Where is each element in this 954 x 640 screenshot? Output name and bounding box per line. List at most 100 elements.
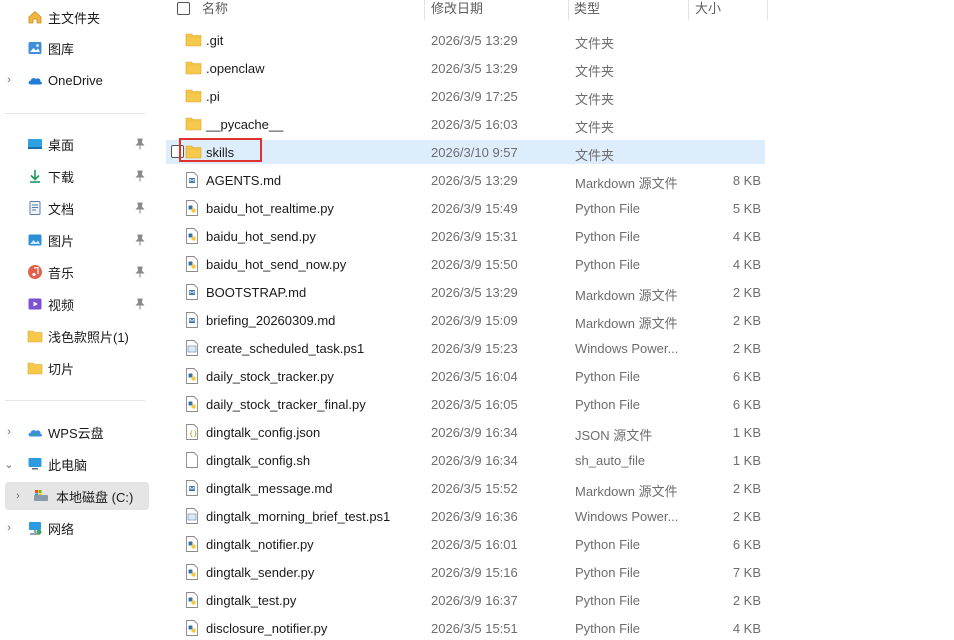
pin-icon[interactable] — [134, 170, 146, 182]
python-file-icon — [185, 368, 202, 384]
file-modified-date: 2026/3/5 16:03 — [431, 117, 518, 132]
chevron-down-icon[interactable]: ⌄ — [4, 458, 14, 471]
file-row[interactable]: dingtalk_test.py 2026/3/9 16:37 Python Fil… — [166, 588, 765, 612]
file-modified-date: 2026/3/9 16:37 — [431, 593, 518, 608]
file-row[interactable]: dingtalk_sender.py 2026/3/9 15:16 Python F… — [166, 560, 765, 584]
file-size: 4 KB — [732, 621, 761, 636]
sidebar-item-label: WPS云盘 — [48, 425, 104, 441]
json-file-icon: {} — [185, 424, 202, 440]
column-header-type[interactable]: 类型 — [574, 0, 600, 20]
folder-icon — [27, 328, 43, 344]
file-type: 文件夹 — [575, 36, 615, 51]
file-size: 2 KB — [732, 285, 761, 300]
file-row[interactable]: baidu_hot_realtime.py 2026/3/9 15:49 Pytho… — [166, 196, 765, 220]
file-row[interactable]: baidu_hot_send.py 2026/3/9 15:31 Python Fi… — [166, 224, 765, 248]
file-type: Python File — [575, 257, 641, 272]
python-file-icon — [185, 200, 202, 216]
file-modified-date: 2026/3/9 15:09 — [431, 313, 518, 328]
column-divider[interactable] — [688, 0, 689, 20]
file-name: __pycache__ — [206, 117, 284, 132]
file-modified-date: 2026/3/9 17:25 — [431, 89, 518, 104]
file-row[interactable]: dingtalk_notifier.py 2026/3/5 16:01 Python… — [166, 532, 765, 556]
file-modified-date: 2026/3/5 16:05 — [431, 397, 518, 412]
sidebar-item-music[interactable]: 音乐 — [0, 258, 150, 286]
sidebar-item-folder-photos[interactable]: 浅色款照片(1) — [0, 322, 150, 350]
file-row[interactable]: briefing_20260309.md 2026/3/9 15:09 Markdo… — [166, 308, 765, 332]
sidebar-item-label: 图库 — [48, 41, 75, 57]
file-type: Windows Power... — [575, 509, 679, 524]
sidebar-item-videos[interactable]: 视频 — [0, 290, 150, 318]
sidebar-item-gallery[interactable]: 图库 — [0, 34, 150, 62]
file-type: Python File — [575, 537, 641, 552]
column-header-date[interactable]: 修改日期 — [431, 0, 483, 20]
select-all-checkbox[interactable] — [177, 2, 190, 15]
file-row[interactable]: baidu_hot_send_now.py 2026/3/9 15:50 Pytho… — [166, 252, 765, 276]
this-pc-icon — [27, 456, 43, 472]
sidebar-item-wps-cloud[interactable]: › WPS云盘 — [0, 418, 150, 446]
file-row[interactable]: daily_stock_tracker_final.py 2026/3/5 16:… — [166, 392, 765, 416]
pin-icon[interactable] — [134, 298, 146, 310]
column-divider[interactable] — [424, 0, 425, 20]
pin-icon[interactable] — [134, 234, 146, 246]
file-row[interactable]: create_scheduled_task.ps1 2026/3/9 15:23 W… — [166, 336, 765, 360]
pin-icon[interactable] — [134, 266, 146, 278]
file-type: JSON 源文件 — [575, 428, 653, 443]
sidebar-item-this-pc[interactable]: ⌄ 此电脑 — [0, 450, 150, 478]
file-row[interactable]: daily_stock_tracker.py 2026/3/5 16:04 Pyth… — [166, 364, 765, 388]
sidebar-item-label: OneDrive — [48, 72, 103, 88]
column-divider[interactable] — [568, 0, 569, 20]
chevron-right-icon[interactable]: › — [13, 490, 23, 502]
file-modified-date: 2026/3/5 13:29 — [431, 61, 518, 76]
chevron-right-icon[interactable]: › — [4, 426, 14, 438]
sidebar-item-folder-slices[interactable]: 切片 — [0, 354, 150, 382]
file-type: Python File — [575, 229, 641, 244]
file-row[interactable]: {} dingtalk_config.json 2026/3/9 16:34 JSON… — [166, 420, 765, 444]
chevron-right-icon[interactable]: › — [4, 522, 14, 534]
file-type: Markdown 源文件 — [575, 316, 678, 331]
sidebar-item-downloads[interactable]: 下载 — [0, 162, 150, 190]
sidebar-item-label: 网络 — [48, 521, 75, 537]
sidebar-item-documents[interactable]: 文档 — [0, 194, 150, 222]
folder-row[interactable]: .openclaw 2026/3/5 13:29 文件夹 — [166, 56, 765, 80]
file-name: briefing_20260309.md — [206, 313, 336, 328]
file-row[interactable]: BOOTSTRAP.md 2026/3/5 13:29 Markdown 源文件 2 … — [166, 280, 765, 304]
desktop-icon — [27, 136, 43, 152]
sidebar-item-home[interactable]: 主文件夹 — [0, 3, 150, 31]
sidebar-item-local-disk-c[interactable]: › 本地磁盘 (C:) — [5, 482, 149, 510]
file-name: dingtalk_config.json — [206, 425, 321, 440]
file-row[interactable]: dingtalk_morning_brief_test.ps1 2026/3/9 … — [166, 504, 765, 528]
file-modified-date: 2026/3/5 15:51 — [431, 621, 518, 636]
file-row[interactable]: dingtalk_config.sh 2026/3/9 16:34 sh_auto_… — [166, 448, 765, 472]
documents-icon — [27, 200, 43, 216]
file-modified-date: 2026/3/10 9:57 — [431, 145, 518, 160]
file-size: 1 KB — [732, 453, 761, 468]
column-header-name[interactable]: 名称 — [202, 0, 228, 20]
onedrive-cloud-icon — [27, 72, 43, 88]
file-row[interactable]: AGENTS.md 2026/3/5 13:29 Markdown 源文件 8 KB — [166, 168, 765, 192]
svg-text:{}: {} — [189, 430, 197, 438]
chevron-right-icon[interactable]: › — [4, 74, 14, 86]
sidebar-item-pictures[interactable]: 图片 — [0, 226, 150, 254]
sidebar-item-desktop[interactable]: 桌面 — [0, 130, 150, 158]
folder-row[interactable]: .git 2026/3/5 13:29 文件夹 — [166, 28, 765, 52]
file-row[interactable]: dingtalk_message.md 2026/3/5 15:52 Markdow… — [166, 476, 765, 500]
file-row[interactable]: disclosure_notifier.py 2026/3/5 15:51 Pyth… — [166, 616, 765, 640]
file-modified-date: 2026/3/9 15:50 — [431, 257, 518, 272]
sidebar-item-label: 图片 — [48, 233, 75, 249]
folder-row[interactable]: __pycache__ 2026/3/5 16:03 文件夹 — [166, 112, 765, 136]
file-type: Markdown 源文件 — [575, 288, 678, 303]
file-size: 2 KB — [732, 593, 761, 608]
sidebar-item-label: 主文件夹 — [48, 10, 101, 26]
sidebar-item-network[interactable]: › 网络 — [0, 514, 150, 542]
column-header-size[interactable]: 大小 — [695, 0, 721, 20]
sidebar-item-onedrive[interactable]: › OneDrive — [0, 66, 150, 94]
file-type: Python File — [575, 621, 641, 636]
file-type: Markdown 源文件 — [575, 484, 678, 499]
blank-file-icon — [185, 452, 202, 468]
pin-icon[interactable] — [134, 138, 146, 150]
folder-row[interactable]: .pi 2026/3/9 17:25 文件夹 — [166, 84, 765, 108]
pin-icon[interactable] — [134, 202, 146, 214]
file-name: dingtalk_morning_brief_test.ps1 — [206, 509, 391, 524]
folder-icon — [185, 60, 202, 76]
column-divider[interactable] — [767, 0, 768, 20]
